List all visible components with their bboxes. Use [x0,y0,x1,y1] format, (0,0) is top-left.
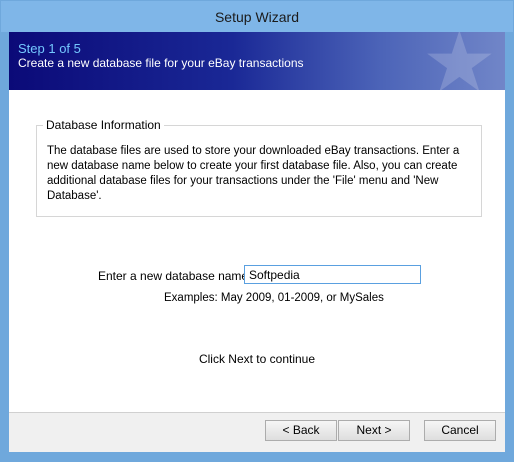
wizard-header-banner: ★ Step 1 of 5 Create a new database file… [9,32,505,90]
title-bar[interactable]: Setup Wizard [1,1,513,32]
group-description: The database files are used to store you… [47,145,460,202]
examples-hint: Examples: May 2009, 01-2009, or MySales [164,292,384,304]
wizard-client-area: ★ Step 1 of 5 Create a new database file… [9,32,505,452]
group-legend: Database Information [43,118,164,132]
wizard-body: Database Information The database files … [9,90,505,413]
star-icon: ★ [421,32,497,90]
step-description: Create a new database file for your eBay… [18,56,304,70]
next-button[interactable]: Next > [338,420,410,441]
database-name-input[interactable] [244,265,421,284]
cancel-button[interactable]: Cancel [424,420,496,441]
window-title: Setup Wizard [214,9,300,25]
continue-instruction: Click Next to continue [198,352,316,366]
step-indicator: Step 1 of 5 [18,41,81,56]
back-button[interactable]: < Back [265,420,337,441]
database-information-group: Database Information The database files … [36,118,482,217]
setup-wizard-window: Setup Wizard ★ Step 1 of 5 Create a new … [0,0,514,462]
database-name-label: Enter a new database name: [98,269,252,283]
